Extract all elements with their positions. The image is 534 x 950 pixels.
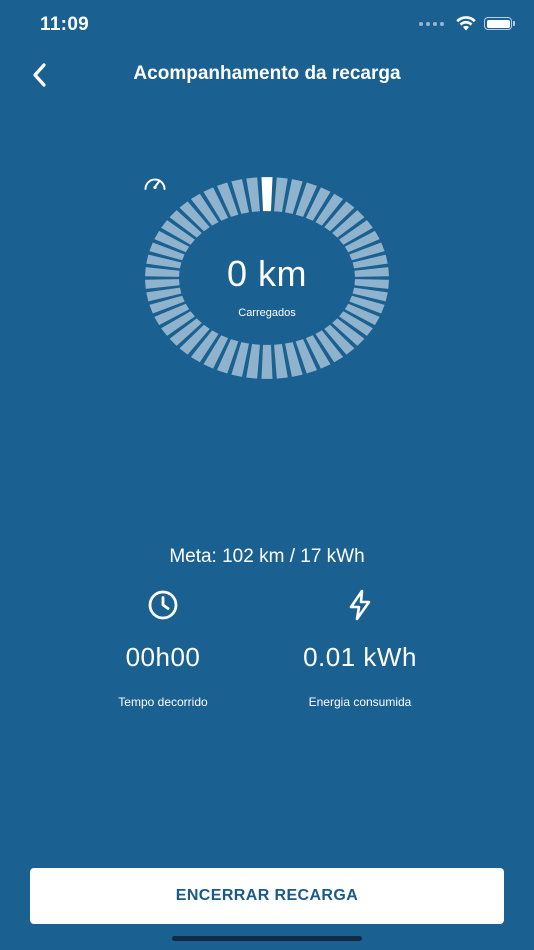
status-time: 11:09 <box>40 14 90 35</box>
elapsed-time-label: Tempo decorrido <box>118 695 208 709</box>
gauge-segment <box>246 344 260 379</box>
gauge-segment <box>274 344 288 379</box>
signal-icon <box>419 21 444 26</box>
navigation-bar: Acompanhamento da recarga <box>0 50 534 100</box>
energy-consumed-value: 0.01 kWh <box>303 642 417 672</box>
clock-icon <box>148 590 178 620</box>
elapsed-time-stat: 00h00 Tempo decorrido <box>63 590 263 709</box>
gauge-segment <box>274 177 288 212</box>
gauge-indicator-segment <box>261 177 273 212</box>
battery-icon <box>484 17 515 30</box>
gauge-segment <box>246 177 260 212</box>
speedometer-icon <box>144 178 166 190</box>
charge-gauge: 0 km Carregados <box>143 175 391 381</box>
page-title: Acompanhamento da recarga <box>133 63 401 84</box>
elapsed-time-value: 00h00 <box>125 642 201 672</box>
lightning-icon <box>349 589 371 621</box>
home-indicator <box>172 936 362 941</box>
energy-consumed-label: Energia consumida <box>308 695 412 709</box>
charged-distance-label: Carregados <box>238 307 296 319</box>
wifi-icon <box>456 16 476 31</box>
status-bar: 11:09 <box>0 0 534 50</box>
gauge-segment <box>261 344 273 379</box>
end-charging-button[interactable]: ENCERRAR RECARGA <box>30 868 504 924</box>
charging-goal: Meta: 102 km / 17 kWh <box>169 546 365 567</box>
energy-consumed-stat: 0.01 kWh Energia consumida <box>260 589 460 709</box>
status-icons <box>419 16 515 31</box>
charged-distance-value: 0 km <box>226 253 307 294</box>
